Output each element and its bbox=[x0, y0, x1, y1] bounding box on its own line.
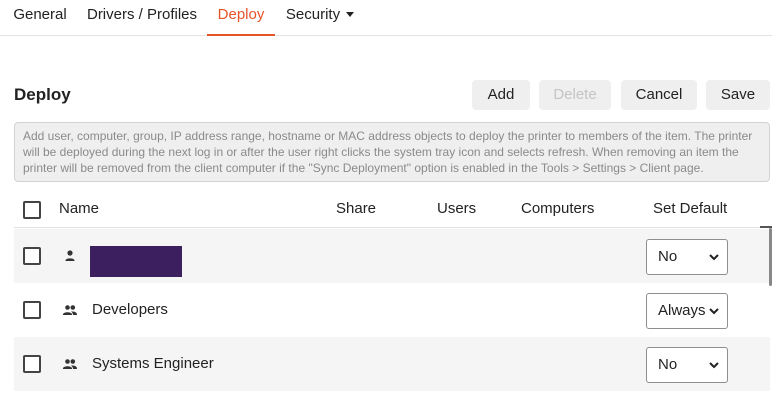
tab-deploy[interactable]: Deploy bbox=[207, 0, 275, 36]
column-header-share[interactable]: Share bbox=[336, 190, 376, 228]
cancel-button[interactable]: Cancel bbox=[621, 80, 697, 110]
set-default-select[interactable]: Always bbox=[646, 293, 728, 329]
column-header-computers[interactable]: Computers bbox=[521, 190, 594, 228]
select-all-checkbox[interactable] bbox=[23, 201, 41, 219]
tab-security[interactable]: Security bbox=[280, 0, 360, 36]
info-text: Add user, computer, group, IP address ra… bbox=[14, 122, 770, 182]
tab-general[interactable]: General bbox=[6, 0, 74, 36]
column-header-users[interactable]: Users bbox=[437, 190, 476, 228]
row-checkbox[interactable] bbox=[23, 247, 41, 265]
tab-drivers-profiles[interactable]: Drivers / Profiles bbox=[80, 0, 204, 36]
table-row: No bbox=[14, 229, 770, 283]
save-button[interactable]: Save bbox=[706, 80, 770, 110]
row-name: Developers bbox=[92, 301, 168, 318]
column-header-set-default[interactable]: Set Default bbox=[653, 190, 727, 228]
page-title: Deploy bbox=[14, 85, 71, 104]
table-row: Systems Engineer No bbox=[14, 337, 770, 391]
delete-button[interactable]: Delete bbox=[539, 80, 611, 110]
redacted-name bbox=[90, 246, 182, 277]
set-default-value: No bbox=[658, 356, 678, 373]
row-checkbox[interactable] bbox=[23, 355, 41, 373]
column-header-name[interactable]: Name bbox=[59, 190, 99, 228]
chevron-down-icon bbox=[709, 308, 719, 315]
tab-security-label: Security bbox=[285, 6, 341, 23]
chevron-down-icon bbox=[709, 254, 719, 261]
row-checkbox[interactable] bbox=[23, 301, 41, 319]
add-button[interactable]: Add bbox=[472, 80, 530, 110]
group-icon bbox=[63, 305, 77, 315]
chevron-down-icon bbox=[709, 362, 719, 369]
set-default-value: Always bbox=[658, 302, 706, 319]
table-row: Developers Always bbox=[14, 283, 770, 337]
set-default-select[interactable]: No bbox=[646, 347, 728, 383]
caret-down-icon bbox=[346, 11, 355, 17]
set-default-value: No bbox=[658, 248, 678, 265]
set-default-select[interactable]: No bbox=[646, 239, 728, 275]
row-name: Systems Engineer bbox=[92, 355, 214, 372]
tab-bar: General Drivers / Profiles Deploy Securi… bbox=[0, 0, 772, 36]
user-icon bbox=[65, 250, 75, 261]
group-icon bbox=[63, 359, 77, 369]
table-header: Name Share Users Computers Set Default bbox=[14, 190, 770, 228]
